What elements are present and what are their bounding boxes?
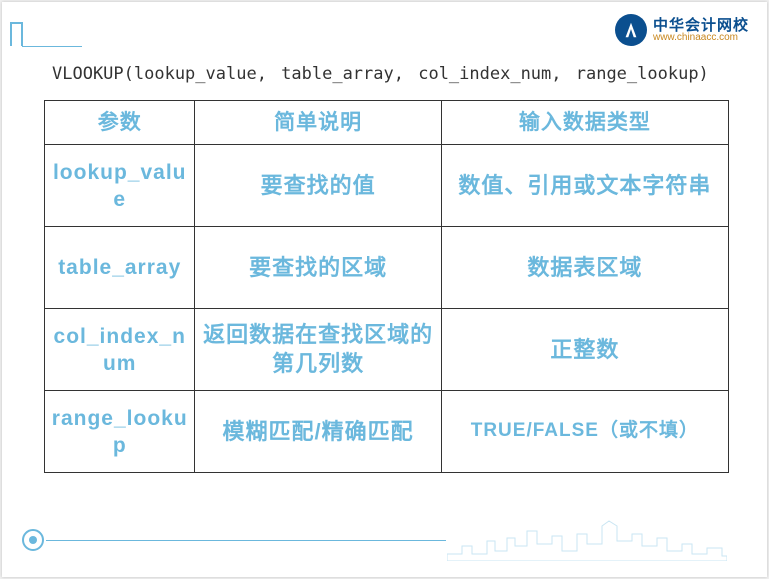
- formula-text: VLOOKUP(lookup_value, table_array, col_i…: [52, 64, 709, 84]
- cell-type-col-index: 正整数: [441, 309, 728, 391]
- cell-desc-lookup-value: 要查找的值: [195, 145, 441, 227]
- logo-area: 中华会计网校 www.chinaacc.com: [615, 14, 749, 46]
- slide-container: 中华会计网校 www.chinaacc.com VLOOKUP(lookup_v…: [2, 2, 767, 577]
- bottom-decoration: [2, 519, 767, 569]
- bottom-line: [46, 540, 446, 541]
- cell-param-lookup-value: lookup_value: [45, 145, 195, 227]
- header-param: 参数: [45, 101, 195, 145]
- vlookup-params-table: 参数 简单说明 输入数据类型 lookup_value 要查找的值 数值、引用或…: [44, 100, 729, 473]
- table-row: table_array 要查找的区域 数据表区域: [45, 227, 729, 309]
- cell-desc-table-array: 要查找的区域: [195, 227, 441, 309]
- header-type: 输入数据类型: [441, 101, 728, 145]
- cell-param-range-lookup: range_lookup: [45, 391, 195, 473]
- table-row: range_lookup 模糊匹配/精确匹配 TRUE/FALSE（或不填）: [45, 391, 729, 473]
- corner-line: [22, 46, 82, 47]
- logo-url-text: www.chinaacc.com: [653, 33, 749, 43]
- table-row: col_index_num 返回数据在查找区域的第几列数 正整数: [45, 309, 729, 391]
- cell-param-col-index: col_index_num: [45, 309, 195, 391]
- table-header-row: 参数 简单说明 输入数据类型: [45, 101, 729, 145]
- header-desc: 简单说明: [195, 101, 441, 145]
- logo-cn-text: 中华会计网校: [653, 18, 749, 33]
- table-row: lookup_value 要查找的值 数值、引用或文本字符串: [45, 145, 729, 227]
- cell-type-table-array: 数据表区域: [441, 227, 728, 309]
- cell-param-table-array: table_array: [45, 227, 195, 309]
- cell-desc-range-lookup: 模糊匹配/精确匹配: [195, 391, 441, 473]
- logo-icon: [615, 14, 647, 46]
- cell-desc-col-index: 返回数据在查找区域的第几列数: [195, 309, 441, 391]
- cell-type-lookup-value: 数值、引用或文本字符串: [441, 145, 728, 227]
- logo-text-block: 中华会计网校 www.chinaacc.com: [653, 18, 749, 43]
- corner-decoration-icon: [10, 22, 30, 52]
- city-silhouette-icon: [447, 516, 727, 561]
- circle-icon: [22, 529, 44, 551]
- cell-type-range-lookup: TRUE/FALSE（或不填）: [441, 391, 728, 473]
